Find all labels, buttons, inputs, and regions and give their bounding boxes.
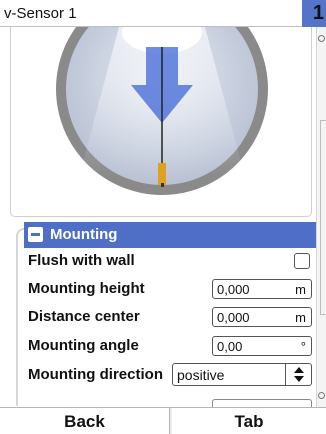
pipe-cross-section-illustration [56,27,268,195]
mounting-height-unit: m [295,282,306,297]
distance-center-label: Distance center [28,308,140,325]
mounting-height-field[interactable]: 0,000 m [212,279,312,299]
mounting-direction-label: Mounting direction [28,366,163,383]
bottom-button-bar: Back Tab [0,407,326,434]
flush-with-wall-checkbox[interactable] [294,253,310,269]
mounting-angle-field[interactable]: 0,00 ° [212,336,312,356]
tab-button[interactable]: Tab [172,408,326,434]
probe-end [161,183,164,187]
spinner-arrows-icon [294,367,304,382]
scroll-bracket [320,120,326,315]
mounting-height-label: Mounting height [28,280,145,297]
next-row-field-peek [212,399,312,407]
mounting-section-header[interactable]: Mounting [24,222,316,248]
mounting-angle-value: 0,00 [217,339,243,354]
title-bar: v-Sensor 1 1 [0,0,326,27]
flush-with-wall-label: Flush with wall [28,252,135,269]
mounting-direction-select[interactable]: positive [172,363,312,386]
mounting-angle-unit: ° [300,339,306,354]
sensor-config-screen: v-Sensor 1 1 Mounting Flush with wall Mo… [0,0,326,434]
distance-center-value: 0,000 [217,310,250,325]
mounting-angle-label: Mounting angle [28,337,139,354]
page-number-badge: 1 [302,0,326,27]
section-title: Mounting [50,226,118,243]
distance-center-unit: m [295,310,306,325]
distance-center-field[interactable]: 0,000 m [212,307,312,327]
collapse-minus-icon[interactable] [28,227,43,242]
scroll-down-indicator-icon [318,392,325,399]
mounting-direction-value: positive [177,367,225,383]
scroll-up-indicator-icon [318,35,325,42]
up-down-spinner-icon[interactable] [285,364,311,385]
probe-tip [158,163,166,185]
pipe-diagram-panel [10,27,312,217]
window-title: v-Sensor 1 [4,5,77,22]
mounting-height-value: 0,000 [217,282,250,297]
back-button[interactable]: Back [0,408,170,434]
